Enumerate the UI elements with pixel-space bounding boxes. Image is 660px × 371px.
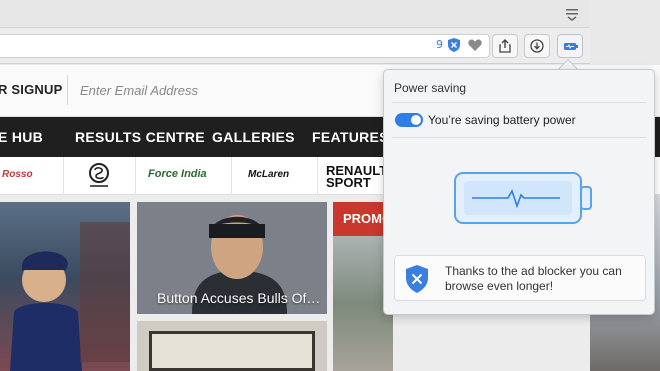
nav-item-hub[interactable]: E HUB — [0, 129, 43, 145]
power-saving-popup: Power saving You’re saving battery power… — [383, 69, 655, 315]
popup-title: Power saving — [394, 81, 467, 95]
divider — [67, 75, 68, 105]
power-saving-toggle[interactable] — [395, 113, 423, 127]
driver-photo — [10, 222, 130, 371]
nav-item-galleries[interactable]: GALLERIES — [212, 129, 295, 145]
ad-blocker-info-box: Thanks to the ad blocker you can browse … — [394, 255, 646, 301]
shield-icon — [406, 265, 428, 293]
share-icon — [499, 39, 511, 53]
framed-sign — [149, 331, 315, 371]
divider — [392, 102, 646, 103]
team-logo-sauber[interactable] — [64, 157, 136, 195]
info-text: Thanks to the ad blocker you can browse … — [445, 264, 622, 293]
battery-icon — [564, 43, 578, 50]
news-tile-sahara[interactable] — [137, 321, 327, 371]
team-logo-rosso[interactable]: Rosso — [0, 157, 64, 195]
news-tile-driver[interactable] — [0, 202, 130, 371]
browser-toolbar: 9 — [0, 28, 590, 64]
tile-caption: Button Accuses Bulls Of… — [157, 290, 321, 306]
shield-icon[interactable] — [447, 37, 461, 53]
signup-label: R SIGNUP — [0, 82, 63, 97]
toggle-label: You’re saving battery power — [428, 113, 576, 127]
email-field[interactable] — [80, 80, 370, 100]
share-button[interactable] — [492, 34, 518, 58]
team-logo-mclaren[interactable]: McLaren — [232, 157, 318, 195]
browser-title-bar — [0, 0, 590, 28]
team-logo-force-india[interactable]: Force India — [136, 157, 232, 195]
battery-heartbeat-icon — [454, 172, 592, 224]
download-button[interactable] — [524, 34, 550, 58]
nav-item-features[interactable]: FEATURES — [312, 129, 389, 145]
team-logo-renault[interactable]: RENAULT SPORT — [318, 157, 390, 195]
power-saving-button[interactable] — [557, 34, 583, 58]
divider — [392, 137, 646, 138]
nav-item-results-centre[interactable]: RESULTS CENTRE — [75, 129, 205, 145]
blocked-count: 9 — [436, 38, 443, 51]
toggle-knob — [411, 115, 421, 125]
menu-lines-icon[interactable] — [564, 6, 580, 22]
address-bar[interactable] — [0, 34, 490, 58]
heart-icon[interactable] — [467, 37, 483, 53]
download-icon — [530, 39, 544, 53]
news-tile-button[interactable]: Button Accuses Bulls Of… — [137, 202, 327, 314]
sauber-logo-icon — [89, 163, 109, 187]
